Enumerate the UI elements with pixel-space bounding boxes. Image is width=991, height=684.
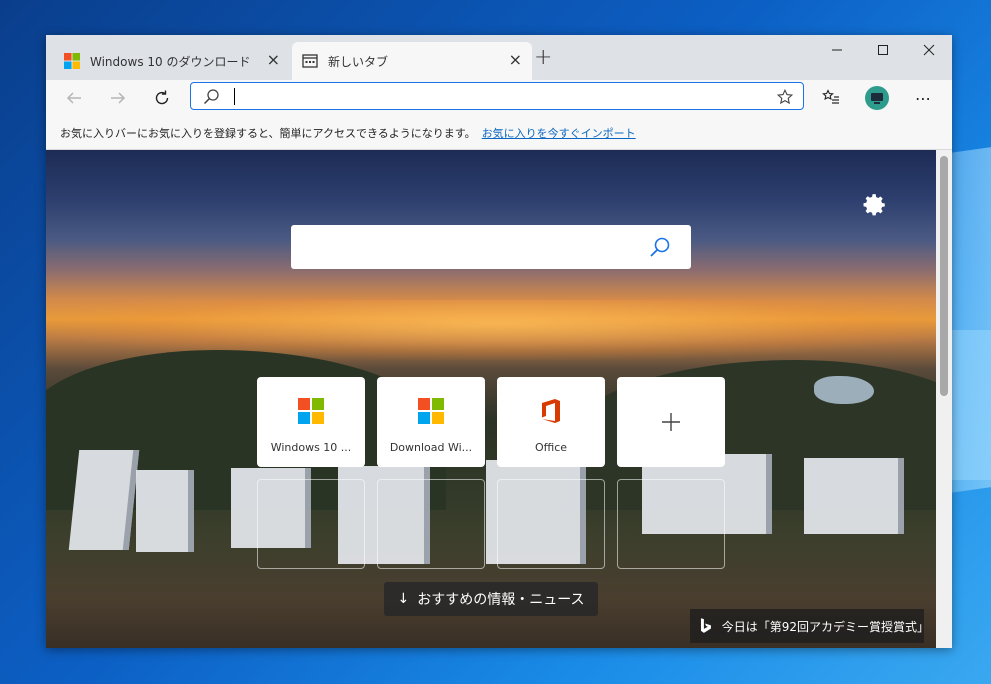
text-cursor xyxy=(234,88,235,105)
newtab-page-icon xyxy=(302,54,318,68)
new-tab-button[interactable]: + xyxy=(534,47,552,69)
tab-windows-download[interactable]: Windows 10 のダウンロード × xyxy=(54,42,290,80)
browser-window: Windows 10 のダウンロード × 新しいタブ × + ⋯ お気に入りバー… xyxy=(46,35,952,648)
top-site-tile[interactable]: Office xyxy=(497,377,605,467)
gear-icon[interactable] xyxy=(862,192,888,218)
forward-arrow-icon xyxy=(111,92,126,104)
empty-tile-slot xyxy=(497,479,605,569)
tab-title: Windows 10 のダウンロード xyxy=(90,55,251,69)
maximize-icon xyxy=(878,45,888,55)
favorites-bar: お気に入りバーにお気に入りを登録すると、簡単にアクセスできるようになります。 お気… xyxy=(46,115,952,150)
bing-logo-icon xyxy=(700,618,711,633)
add-icon xyxy=(662,413,680,431)
tile-label: Office xyxy=(534,441,568,454)
profile-button[interactable] xyxy=(864,85,890,111)
background-lake xyxy=(814,376,874,404)
tab-bar: Windows 10 のダウンロード × 新しいタブ × + xyxy=(46,35,952,80)
profile-avatar-icon xyxy=(865,86,889,110)
background-sign-letter xyxy=(136,470,194,552)
toolbar: ⋯ xyxy=(46,80,952,115)
new-tab-page: Windows 10 ... Download Wi... Office ↓ お… xyxy=(46,150,952,648)
tab-title: 新しいタブ xyxy=(328,55,389,69)
top-site-tile[interactable]: Windows 10 ... xyxy=(257,377,365,467)
scrollbar-thumb[interactable] xyxy=(940,156,948,396)
windows-logo-icon xyxy=(298,398,324,424)
address-bar[interactable] xyxy=(190,82,804,110)
windows-logo-icon xyxy=(418,398,444,424)
empty-tile-slot xyxy=(257,479,365,569)
refresh-button[interactable] xyxy=(150,86,174,110)
tab-close-button[interactable]: × xyxy=(509,51,522,69)
bing-caption-text: 今日は「第92回アカデミー賞授賞式」 xyxy=(721,619,929,634)
web-search-box[interactable] xyxy=(291,225,691,269)
tab-new-tab[interactable]: 新しいタブ × xyxy=(292,42,532,80)
background-sign-letter xyxy=(804,458,904,534)
top-site-tile[interactable]: Download Wi... xyxy=(377,377,485,467)
search-icon xyxy=(203,89,219,105)
empty-tile-slot xyxy=(377,479,485,569)
more-options-button[interactable]: ⋯ xyxy=(910,85,936,111)
news-feed-button[interactable]: ↓ おすすめの情報・ニュース xyxy=(384,582,598,616)
close-icon xyxy=(923,44,935,56)
forward-button[interactable] xyxy=(106,86,130,110)
add-site-tile[interactable] xyxy=(617,377,725,467)
back-button[interactable] xyxy=(62,86,86,110)
back-arrow-icon xyxy=(66,92,81,104)
tab-close-button[interactable]: × xyxy=(267,51,280,69)
favorites-bar-message: お気に入りバーにお気に入りを登録すると、簡単にアクセスできるようになります。 xyxy=(60,127,476,140)
minimize-button[interactable] xyxy=(814,35,860,65)
background-sign-letter xyxy=(68,450,140,550)
empty-tile-slot xyxy=(617,479,725,569)
bing-image-caption[interactable]: 今日は「第92回アカデミー賞授賞式」 xyxy=(690,609,929,643)
scrollbar[interactable] xyxy=(936,150,952,648)
refresh-icon xyxy=(155,90,169,105)
minimize-icon xyxy=(832,49,842,51)
search-icon[interactable] xyxy=(649,236,671,258)
news-feed-label: おすすめの情報・ニュース xyxy=(417,592,585,608)
maximize-button[interactable] xyxy=(860,35,906,65)
favorites-list-icon xyxy=(822,89,839,104)
close-window-button[interactable] xyxy=(906,35,952,65)
tile-label: Windows 10 ... xyxy=(270,441,352,454)
star-icon[interactable] xyxy=(777,89,793,105)
office-logo-icon xyxy=(542,399,560,423)
windows-logo-icon xyxy=(64,53,80,69)
import-favorites-link[interactable]: お気に入りを今すぐインポート xyxy=(482,127,636,140)
down-arrow-icon: ↓ xyxy=(397,591,410,607)
tile-label: Download Wi... xyxy=(389,441,473,454)
favorites-button[interactable] xyxy=(818,85,844,111)
